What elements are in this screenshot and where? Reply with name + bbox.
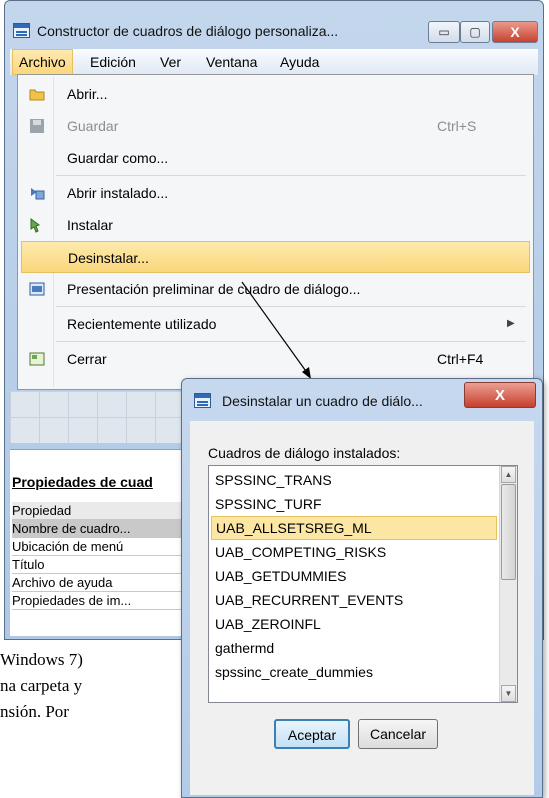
menu-bar: Archivo Edición Ver Ventana Ayuda: [10, 49, 538, 75]
menu-item-label: Abrir instalado...: [67, 185, 169, 201]
property-row[interactable]: Nombre de cuadro...: [12, 520, 190, 538]
menu-item-uninstall[interactable]: Desinstalar...: [21, 241, 530, 273]
uninstall-dialog: Desinstalar un cuadro de diálo... X Cuad…: [181, 378, 543, 798]
menu-item-label: Abrir...: [67, 86, 108, 102]
file-menu-dropdown: Abrir... Guardar Ctrl+S Guardar como... …: [17, 74, 534, 390]
menu-item-label: Cerrar: [67, 351, 107, 367]
properties-title: Propiedades de cuad: [12, 474, 153, 490]
scroll-up-icon[interactable]: ▲: [501, 466, 516, 483]
close-icon: X: [494, 386, 505, 404]
folder-icon: [29, 89, 45, 101]
list-scrollbar[interactable]: ▲ ▼: [499, 466, 517, 702]
doc-text-line-3: nsión. Por: [0, 702, 69, 721]
menu-ver[interactable]: Ver: [154, 49, 187, 75]
list-item[interactable]: SPSSINC_TURF: [211, 492, 497, 516]
list-item[interactable]: SPSSINC_TRANS: [211, 468, 497, 492]
dialog-app-icon: [194, 393, 211, 408]
menu-item-close[interactable]: Cerrar Ctrl+F4: [21, 343, 530, 375]
menu-item-label: Guardar como...: [67, 150, 169, 166]
menu-item-label: Desinstalar...: [68, 250, 149, 266]
menu-ayuda[interactable]: Ayuda: [274, 49, 325, 75]
menu-item-label: Recientemente utilizado: [67, 316, 217, 332]
menu-item-save-as[interactable]: Guardar como...: [21, 142, 530, 174]
window-title: Constructor de cuadros de diálogo person…: [37, 23, 339, 39]
doc-text-line-2: na carpeta y: [0, 676, 83, 695]
menu-separator: [56, 175, 526, 176]
list-item[interactable]: UAB_ALLSETSREG_ML: [211, 516, 497, 540]
app-icon: [13, 23, 30, 38]
menu-item-label: Instalar: [67, 217, 113, 233]
submenu-arrow-icon: ▶: [507, 318, 515, 329]
close-icon: X: [510, 24, 520, 40]
close-dialog-icon: [29, 352, 45, 366]
properties-header: Propiedad: [12, 502, 190, 520]
menu-archivo[interactable]: Archivo: [12, 49, 73, 75]
menu-item-open[interactable]: Abrir...: [21, 78, 530, 110]
doc-text-line-1: Windows 7): [0, 650, 83, 669]
menu-separator: [56, 341, 526, 342]
dialog-close-button[interactable]: X: [464, 382, 536, 408]
property-row[interactable]: Ubicación de menú: [12, 538, 190, 556]
save-icon: [30, 119, 44, 133]
maximize-button[interactable]: ▢: [460, 21, 490, 43]
shortcut-label: Ctrl+S: [437, 118, 477, 134]
scroll-down-icon[interactable]: ▼: [501, 685, 516, 702]
list-item[interactable]: UAB_RECURRENT_EVENTS: [211, 588, 497, 612]
close-button[interactable]: X: [492, 21, 538, 43]
list-item[interactable]: UAB_ZEROINFL: [211, 612, 497, 636]
minimize-icon: ▭: [438, 25, 450, 39]
preview-icon: [29, 282, 45, 296]
list-item[interactable]: gathermd: [211, 636, 497, 660]
menu-ventana[interactable]: Ventana: [200, 49, 263, 75]
dialog-title: Desinstalar un cuadro de diálo...: [222, 393, 423, 409]
cancel-button[interactable]: Cancelar: [358, 719, 438, 749]
list-item[interactable]: spssinc_create_dummies: [211, 660, 497, 684]
installed-dialogs-label: Cuadros de diálogo instalados:: [208, 445, 401, 461]
menu-edicion[interactable]: Edición: [84, 49, 142, 75]
menu-separator: [56, 306, 526, 307]
menu-item-open-installed[interactable]: Abrir instalado...: [21, 177, 530, 209]
dialog-body: Cuadros de diálogo instalados: SPSSINC_T…: [190, 421, 534, 795]
minimize-button[interactable]: ▭: [428, 21, 460, 43]
menu-item-save[interactable]: Guardar Ctrl+S: [21, 110, 530, 142]
title-bar[interactable]: Constructor de cuadros de diálogo person…: [5, 1, 543, 47]
property-row[interactable]: Propiedades de im...: [12, 592, 190, 610]
property-row[interactable]: Título: [12, 556, 190, 574]
property-row[interactable]: Archivo de ayuda: [12, 574, 190, 592]
install-icon: [30, 218, 41, 233]
list-item[interactable]: UAB_COMPETING_RISKS: [211, 540, 497, 564]
menu-item-preview[interactable]: Presentación preliminar de cuadro de diá…: [21, 273, 530, 305]
menu-item-recent[interactable]: Recientemente utilizado ▶: [21, 308, 530, 340]
list-item[interactable]: UAB_GETDUMMIES: [211, 564, 497, 588]
scroll-thumb[interactable]: [501, 484, 516, 580]
menu-item-label: Presentación preliminar de cuadro de diá…: [67, 281, 361, 297]
installed-dialogs-list[interactable]: SPSSINC_TRANS SPSSINC_TURF UAB_ALLSETSRE…: [208, 465, 518, 703]
accept-button[interactable]: Aceptar: [274, 719, 350, 749]
open-installed-icon: [31, 188, 45, 200]
menu-item-label: Guardar: [67, 118, 119, 134]
shortcut-label: Ctrl+F4: [437, 351, 484, 367]
menu-item-install[interactable]: Instalar: [21, 209, 530, 241]
maximize-icon: ▢: [469, 25, 481, 39]
